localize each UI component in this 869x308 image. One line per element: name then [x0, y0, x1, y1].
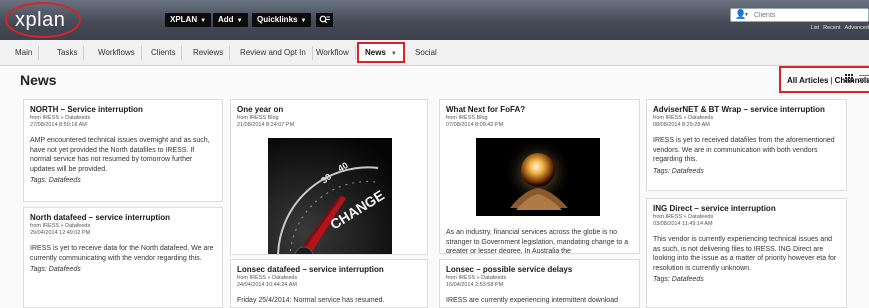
client-link-recent[interactable]: Recent — [823, 25, 840, 31]
caret-down-icon[interactable]: ▼ — [744, 12, 749, 18]
article-card[interactable]: NORTH – Service interruption from IRESS … — [23, 99, 223, 202]
tab-tasks[interactable]: Tasks — [51, 46, 85, 60]
view-links: All Articles|Channels — [787, 76, 869, 85]
article-card[interactable]: ING Direct – service interruption from I… — [646, 198, 847, 308]
article-title[interactable]: What Next for FoFA? — [446, 105, 633, 115]
search-list-icon[interactable] — [316, 13, 333, 27]
article-card[interactable]: Lonsec – possible service delays from IR… — [439, 259, 640, 308]
article-tags: Tags: Datafeeds — [30, 177, 81, 184]
client-link-list[interactable]: List — [811, 25, 820, 31]
tab-workflow[interactable]: Workflow — [310, 46, 356, 60]
client-link-advanced[interactable]: Advanced — [845, 25, 869, 31]
article-summary: IRESS is yet to received datafiles from … — [653, 137, 835, 163]
article-date: 07/08/2014 8:09:42 PM — [446, 122, 504, 128]
tab-social[interactable]: Social — [409, 46, 443, 60]
article-date: 08/08/2014 8:29:28 AM — [653, 122, 710, 128]
quicklinks-menu-label: Quicklinks — [257, 15, 298, 24]
caret-down-icon[interactable]: ▼ — [391, 51, 397, 57]
article-image-crystal-ball[interactable] — [476, 138, 600, 216]
caret-down-icon: ▼ — [300, 18, 307, 24]
logo-highlight-ring — [5, 2, 81, 38]
article-date: 24/04/2014 10:44:24 AM — [237, 282, 297, 288]
caret-down-icon: ▼ — [200, 18, 207, 24]
article-title[interactable]: One year on — [237, 105, 421, 115]
client-search-links: List Recent Advanced — [807, 25, 869, 31]
tab-clients[interactable]: Clients — [145, 46, 183, 60]
article-summary: AMP encountered technical issues overnig… — [30, 137, 210, 173]
article-title[interactable]: NORTH – Service interruption — [30, 105, 216, 115]
all-articles-link[interactable]: All Articles — [787, 76, 829, 85]
add-menu-label: Add — [218, 15, 234, 24]
caret-down-icon: ▼ — [236, 18, 243, 24]
article-image-change-gauge[interactable]: 30 40 CHANGE — [268, 138, 392, 254]
article-tags: Tags: Datafeeds — [30, 266, 81, 273]
view-links-separator: | — [830, 76, 833, 85]
article-title[interactable]: Lonsec – possible service delays — [446, 265, 633, 275]
article-source: from IRESS Blog — [446, 115, 488, 121]
top-header: xplan XPLAN▼ Add▼ Quicklinks▼ 👤 ▼ ListRe… — [0, 0, 869, 40]
article-tags: Tags: Datafeeds — [653, 167, 704, 175]
article-summary: Friday 25/4/2014: Normal service has res… — [237, 297, 385, 304]
page-title: News — [20, 72, 57, 88]
article-title[interactable]: AdviserNET & BT Wrap – service interrupt… — [653, 105, 840, 115]
list-view-icon[interactable] — [859, 74, 869, 83]
article-card[interactable]: One year on from IRESS Blog 21/08/2014 8… — [230, 99, 428, 255]
grid-view-icon[interactable] — [845, 74, 854, 83]
article-summary: This vendor is currently experiencing te… — [653, 236, 837, 272]
article-source: from IRESS » Datafeeds — [653, 115, 714, 121]
tab-news-label: News — [365, 48, 386, 57]
article-source: from IRESS » Datafeeds — [653, 214, 714, 220]
tab-review-and-opt-in[interactable]: Review and Opt In — [234, 46, 313, 60]
tab-main[interactable]: Main — [9, 46, 40, 60]
article-card[interactable]: AdviserNET & BT Wrap – service interrupt… — [646, 99, 847, 191]
tab-workflows[interactable]: Workflows — [92, 46, 142, 60]
add-menu-button[interactable]: Add ▼ — [213, 13, 248, 27]
article-title[interactable]: ING Direct – service interruption — [653, 204, 840, 214]
article-source: from IRESS » Datafeeds — [446, 275, 507, 281]
article-date: 21/08/2014 8:24:07 PM — [237, 122, 295, 128]
article-card[interactable]: North datafeed – service interruption fr… — [23, 207, 223, 308]
article-date: 03/08/2014 11:49:14 AM — [653, 221, 713, 227]
article-source: from IRESS Blog — [237, 115, 279, 121]
article-summary: IRESS is yet to receive data for the Nor… — [30, 245, 214, 262]
article-summary: IRESS are currently experiencing intermi… — [446, 297, 618, 304]
news-page: News All Articles|Channels NORTH – Servi… — [0, 66, 869, 308]
article-summary: As an industry, financial services acros… — [446, 229, 629, 254]
client-search-box: 👤 ▼ — [730, 8, 869, 22]
article-tags: Tags: Datafeeds — [653, 276, 704, 283]
quicklinks-menu-button[interactable]: Quicklinks ▼ — [252, 13, 312, 27]
article-date: 16/04/2014 2:53:58 PM — [446, 282, 504, 288]
article-source: from IRESS » Datafeeds — [237, 275, 298, 281]
article-source: from IRESS » Datafeeds — [30, 115, 91, 121]
article-card[interactable]: What Next for FoFA? from IRESS Blog 07/0… — [439, 99, 640, 254]
client-search-input[interactable] — [754, 10, 864, 21]
tab-news[interactable]: News ▼ — [357, 42, 405, 63]
article-title[interactable]: Lonsec datafeed – service interruption — [237, 265, 421, 275]
tab-reviews[interactable]: Reviews — [187, 46, 231, 60]
xplan-menu-button[interactable]: XPLAN ▼ — [165, 13, 212, 27]
article-title[interactable]: North datafeed – service interruption — [30, 213, 216, 223]
xplan-menu-label: XPLAN — [170, 15, 198, 24]
main-tab-bar: Main Tasks Workflows Clients Reviews Rev… — [0, 40, 869, 66]
article-date: 27/08/2014 8:59:18 AM — [30, 122, 87, 128]
article-card[interactable]: Lonsec datafeed – service interruption f… — [230, 259, 428, 308]
article-date: 29/04/2014 12:49:02 PM — [30, 230, 91, 236]
article-source: from IRESS » Datafeeds — [30, 223, 91, 229]
